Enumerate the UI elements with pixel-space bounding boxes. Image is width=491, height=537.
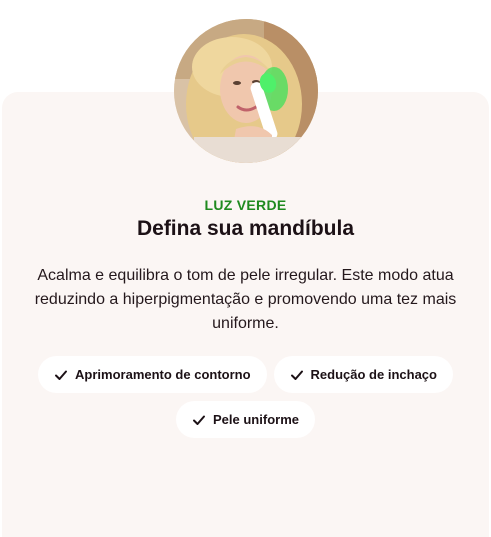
benefit-chip: Redução de inchaço xyxy=(273,356,453,393)
model-photo xyxy=(174,19,318,163)
benefit-chip: Aprimoramento de contorno xyxy=(38,356,267,393)
mode-title: Defina sua mandíbula xyxy=(136,217,355,240)
mode-description: Acalma e equilibra o tom de pele irregul… xyxy=(34,267,457,332)
benefit-chip-label: Aprimoramento de contorno xyxy=(75,367,251,382)
benefit-chip-label: Redução de inchaço xyxy=(310,367,437,382)
check-icon xyxy=(193,415,206,425)
benefit-chips: Aprimoramento de contorno Redução de inc… xyxy=(20,356,471,438)
benefit-chip: Pele uniforme xyxy=(176,401,315,438)
mode-label: LUZ VERDE xyxy=(204,197,287,213)
model-avatar xyxy=(174,19,318,163)
check-icon xyxy=(55,370,68,380)
product-mode-section: LUZ VERDE Defina sua mandíbula Acalma e … xyxy=(0,0,491,537)
check-icon xyxy=(290,370,303,380)
benefit-chip-label: Pele uniforme xyxy=(213,412,299,427)
